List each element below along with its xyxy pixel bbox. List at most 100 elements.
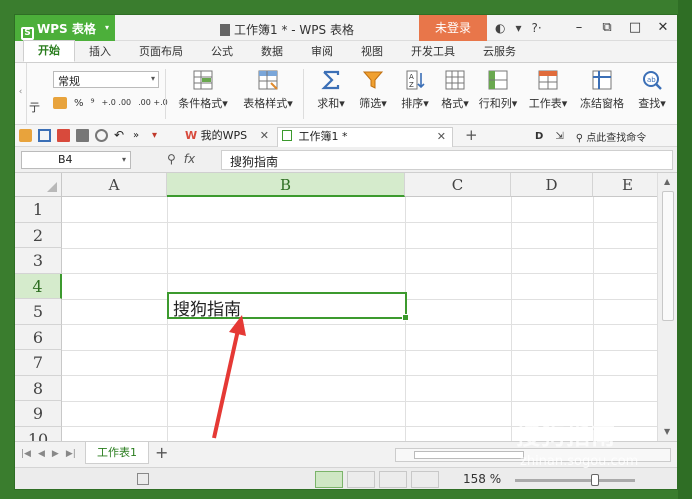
last-sheet-icon[interactable]: ▶|: [66, 449, 76, 459]
row-header-10[interactable]: 10: [15, 426, 62, 441]
scroll-up-icon[interactable]: ▲: [664, 177, 670, 186]
conditional-format-button[interactable]: 条件格式▾: [173, 69, 233, 111]
command-search[interactable]: ⚲ 点此查找命令: [576, 129, 647, 144]
save-icon[interactable]: [38, 129, 51, 142]
currency-icon[interactable]: [53, 97, 67, 109]
sheet-tab-1[interactable]: 工作表1: [85, 442, 149, 464]
page-break-view-button[interactable]: [347, 471, 375, 488]
chevron-down-icon: ▾: [104, 23, 109, 32]
close-icon[interactable]: ✕: [649, 15, 677, 41]
row-header-1[interactable]: 1: [15, 197, 62, 223]
tab-review[interactable]: 审阅: [297, 42, 347, 62]
new-tab-button[interactable]: +: [465, 126, 478, 144]
sort-button[interactable]: AZ 排序▾: [395, 69, 435, 111]
share-icon[interactable]: ⇲: [555, 131, 563, 142]
scroll-thumb[interactable]: [662, 191, 674, 321]
tab-view[interactable]: 视图: [347, 42, 397, 62]
document-tab-bar: ↶ » ▾ W 我的WPS ✕ 工作簿1 * ✕ + D ⇲ ⚲ 点此查找命令: [15, 125, 677, 147]
open-folder-icon[interactable]: [19, 129, 32, 142]
format-button[interactable]: 格式▾: [435, 69, 475, 111]
undo-icon[interactable]: ↶: [114, 129, 127, 142]
sum-button[interactable]: 求和▾: [311, 69, 351, 111]
help-icon[interactable]: ?·: [532, 21, 542, 35]
row-header-3[interactable]: 3: [15, 248, 62, 274]
row-header-8[interactable]: 8: [15, 375, 62, 401]
row-header-2[interactable]: 2: [15, 222, 62, 248]
export-pdf-icon[interactable]: [57, 129, 70, 142]
comma-button[interactable]: ⁹: [91, 98, 95, 109]
first-sheet-icon[interactable]: |◀: [21, 449, 31, 459]
tab-insert[interactable]: 插入: [75, 42, 125, 62]
tab-home[interactable]: 开始: [23, 40, 75, 62]
tab-developer[interactable]: 开发工具: [397, 42, 469, 62]
increase-decimal-button[interactable]: +.0 .00: [102, 99, 132, 107]
find-button[interactable]: ab 查找▾: [631, 69, 673, 111]
shirt-icon[interactable]: ▾: [515, 21, 521, 35]
page-layout-view-button[interactable]: [379, 471, 407, 488]
zoom-slider-handle[interactable]: [591, 474, 599, 486]
normal-view-button[interactable]: [315, 471, 343, 488]
formula-input[interactable]: 搜狗指南: [221, 150, 673, 170]
prev-sheet-icon[interactable]: ◀: [38, 449, 45, 459]
macro-icon[interactable]: [137, 473, 149, 485]
print-preview-icon[interactable]: [95, 129, 108, 142]
scroll-thumb[interactable]: [414, 451, 524, 459]
ribbon-left-label: 亍: [29, 101, 40, 114]
skin-icon[interactable]: ◐: [495, 21, 505, 35]
login-button[interactable]: 未登录: [419, 15, 487, 41]
filter-icon: [362, 71, 384, 89]
column-header-c[interactable]: C: [405, 173, 511, 197]
column-header-a[interactable]: A: [62, 173, 167, 197]
print-icon[interactable]: [76, 129, 89, 142]
number-format-select[interactable]: 常规 ▾: [53, 71, 159, 88]
add-sheet-button[interactable]: +: [155, 443, 168, 462]
tab-page-layout[interactable]: 页面布局: [125, 42, 197, 62]
decrease-decimal-button[interactable]: .00 +.0: [138, 99, 168, 107]
zoom-level[interactable]: 158 %: [463, 472, 501, 486]
customize-icon[interactable]: ▾: [152, 129, 165, 142]
ribbon-divider: [165, 69, 166, 119]
row-header-5[interactable]: 5: [15, 299, 62, 325]
worksheet-button[interactable]: 工作表▾: [525, 69, 571, 111]
ribbon-scroll-left[interactable]: ‹: [15, 63, 27, 125]
zoom-formula-icon[interactable]: ⚲: [167, 152, 176, 166]
cloud-doc-icon[interactable]: D: [535, 131, 543, 142]
row-header-4[interactable]: 4: [15, 273, 62, 299]
svg-text:A: A: [409, 73, 414, 81]
reading-mode-button[interactable]: [411, 471, 439, 488]
scroll-down-icon[interactable]: ▼: [664, 427, 670, 436]
insert-function-button[interactable]: fx: [184, 152, 195, 166]
tab-my-wps[interactable]: W 我的WPS ✕: [181, 127, 275, 147]
maximize-icon[interactable]: □: [621, 15, 649, 41]
minimize-icon[interactable]: –: [565, 15, 593, 41]
close-tab-icon[interactable]: ✕: [260, 127, 269, 145]
tab-formulas[interactable]: 公式: [197, 42, 247, 62]
row-header-7[interactable]: 7: [15, 350, 62, 376]
next-sheet-icon[interactable]: ▶: [52, 449, 59, 459]
column-header-d[interactable]: D: [511, 173, 593, 197]
column-header-e[interactable]: E: [593, 173, 657, 197]
zoom-slider[interactable]: [515, 474, 635, 486]
table-style-button[interactable]: 表格样式▾: [237, 69, 299, 111]
name-box[interactable]: B4 ▾: [21, 151, 131, 169]
vertical-scrollbar[interactable]: ▲ ▼: [657, 173, 677, 441]
filter-button[interactable]: 筛选▾: [353, 69, 393, 111]
freeze-panes-button[interactable]: 冻结窗格: [577, 69, 627, 111]
app-menu-button[interactable]: S WPS 表格 ▾: [15, 15, 115, 41]
restore-icon[interactable]: ⧉: [593, 15, 621, 41]
select-all-corner[interactable]: [15, 173, 62, 197]
ribbon-divider: [303, 69, 304, 119]
grid-line: [167, 197, 168, 441]
tab-workbook1[interactable]: 工作簿1 * ✕: [277, 127, 453, 147]
active-cell-b4[interactable]: 搜狗指南: [167, 292, 409, 321]
close-tab-icon[interactable]: ✕: [437, 128, 446, 146]
grid-line: [62, 324, 657, 325]
column-header-b[interactable]: B: [167, 173, 405, 197]
row-header-9[interactable]: 9: [15, 401, 62, 427]
more-icon[interactable]: »: [133, 129, 146, 142]
tab-data[interactable]: 数据: [247, 42, 297, 62]
tab-cloud[interactable]: 云服务: [469, 42, 530, 62]
percent-button[interactable]: %: [74, 98, 84, 109]
row-column-button[interactable]: 行和列▾: [475, 69, 521, 111]
row-header-6[interactable]: 6: [15, 324, 62, 350]
